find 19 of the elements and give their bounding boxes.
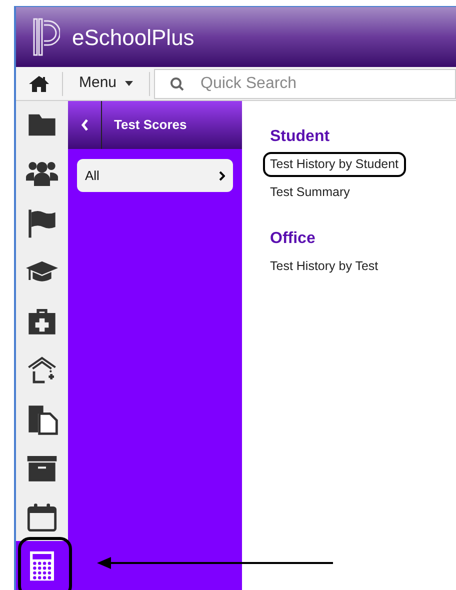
panel-title: Test Scores [114, 116, 187, 134]
back-chevron-icon [80, 119, 88, 131]
panel-list-item[interactable]: All [77, 159, 233, 192]
search-field[interactable]: Quick Search [154, 68, 456, 98]
report-link[interactable]: Test History by Student [263, 152, 406, 177]
caret-icon [124, 81, 133, 86]
app-title: eSchoolPlus [72, 24, 194, 52]
search-icon [170, 76, 184, 90]
section-heading: Student [270, 127, 331, 147]
home-icon[interactable] [28, 74, 50, 92]
section-heading: Office [270, 228, 316, 248]
chevron-icon [219, 170, 225, 180]
report-link[interactable]: Test History by Test [263, 254, 386, 278]
documents-icon[interactable] [26, 402, 58, 435]
flag-icon[interactable] [26, 207, 58, 240]
calendar-icon[interactable] [26, 500, 58, 533]
report-link[interactable]: Test Summary [263, 180, 357, 204]
logo-icon [32, 17, 60, 57]
menu-button[interactable]: Menu [79, 72, 133, 95]
